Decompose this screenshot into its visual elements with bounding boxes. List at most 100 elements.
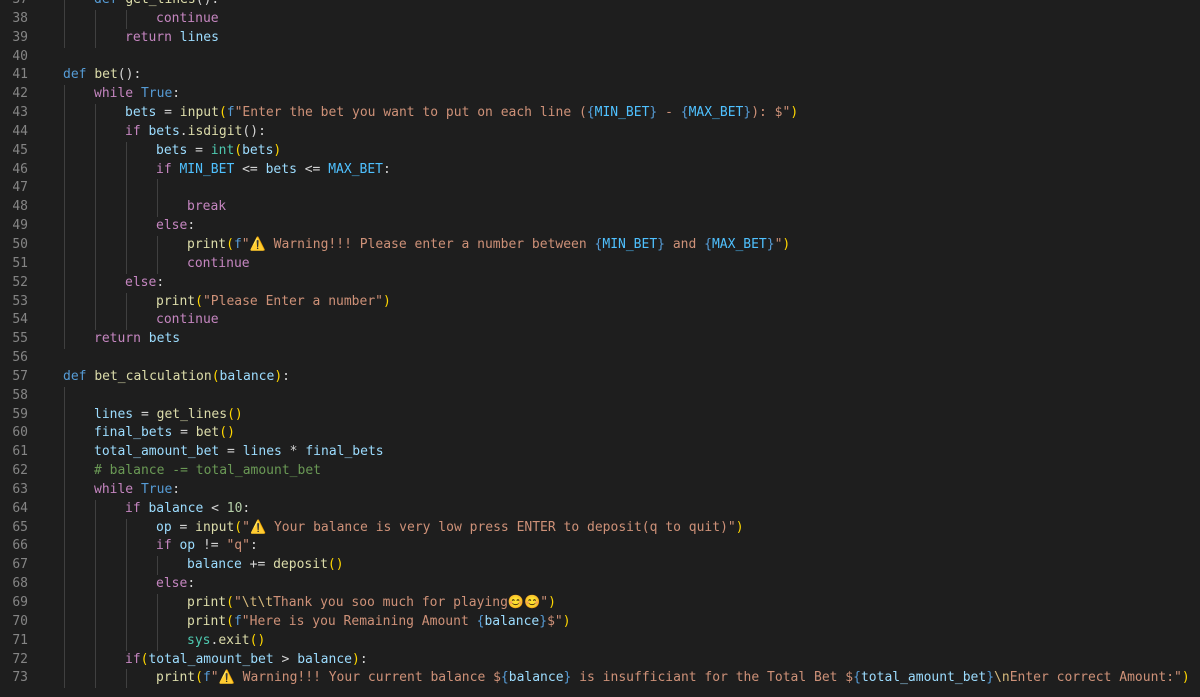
line-number: 52 bbox=[12, 274, 28, 290]
code-token: int bbox=[210, 142, 235, 158]
indent-guide bbox=[95, 518, 96, 538]
code-line[interactable]: 54 continue bbox=[0, 311, 1200, 331]
code-token: return bbox=[125, 29, 172, 45]
code-token: print bbox=[156, 293, 196, 309]
line-number: 44 bbox=[12, 123, 28, 139]
code-line[interactable]: 37 def get_lines(): bbox=[0, 0, 1200, 10]
code-line[interactable]: 60 final_bets = bet() bbox=[0, 424, 1200, 444]
code-token: final_bets bbox=[94, 425, 173, 441]
code-line[interactable]: 68 else: bbox=[0, 575, 1200, 594]
line-number: 69 bbox=[12, 595, 28, 610]
code-text: while True: bbox=[94, 481, 180, 500]
line-number: 58 bbox=[12, 387, 28, 403]
code-line[interactable]: 55 return bets bbox=[0, 330, 1200, 350]
code-token: (): bbox=[117, 67, 142, 83]
code-token: balance bbox=[297, 651, 352, 667]
code-token: () bbox=[327, 557, 344, 573]
indent-guide bbox=[95, 198, 96, 218]
indent-guide bbox=[64, 518, 65, 538]
code-token: "Enter the bet you want to put on each l… bbox=[234, 105, 587, 121]
code-token: ( bbox=[195, 670, 203, 686]
code-token: } bbox=[986, 670, 995, 686]
code-line[interactable]: 64 if balance < 10: bbox=[0, 499, 1200, 519]
code-token: (): bbox=[242, 123, 266, 139]
indent-guide bbox=[126, 9, 127, 29]
code-line[interactable]: 53 print("Please Enter a number") bbox=[0, 292, 1200, 312]
code-line[interactable]: 52 else: bbox=[0, 273, 1200, 293]
code-text: if bets.isdigit(): bbox=[125, 123, 266, 142]
indent-guide bbox=[64, 235, 65, 255]
code-line[interactable]: 47 bbox=[0, 179, 1200, 199]
code-line[interactable]: 73 print(f"⚠️ Warning!!! Your current bal… bbox=[0, 669, 1200, 689]
code-token: = bbox=[187, 142, 211, 158]
code-token: if bbox=[125, 500, 141, 516]
line-number: 53 bbox=[12, 293, 28, 309]
code-token: != bbox=[195, 538, 227, 554]
code-line[interactable]: 45 bets = int(bets) bbox=[0, 141, 1200, 161]
code-line[interactable]: 62 # balance -= total_amount_bet bbox=[0, 462, 1200, 481]
indent-guide bbox=[64, 480, 65, 500]
code-line[interactable]: 41 def bet(): bbox=[0, 66, 1200, 85]
indent-guide bbox=[157, 254, 158, 274]
code-line[interactable]: 71 sys.exit() bbox=[0, 631, 1200, 651]
code-line[interactable]: 38 continue bbox=[0, 9, 1200, 29]
code-text: bets = int(bets) bbox=[156, 142, 281, 161]
code-line[interactable]: 42 while True: bbox=[0, 85, 1200, 105]
code-token: ) bbox=[273, 142, 282, 158]
code-line[interactable]: 49 else: bbox=[0, 217, 1200, 236]
code-line[interactable]: 69 print("\t\tThank you soo much for play… bbox=[0, 594, 1200, 613]
code-line[interactable]: 56 bbox=[0, 349, 1200, 368]
code-line[interactable]: 65 op = input("⚠️ Your balance is very lo… bbox=[0, 518, 1200, 538]
code-text: while True: bbox=[94, 85, 180, 104]
code-line[interactable]: 43 bets = input(f"Enter the bet you want … bbox=[0, 104, 1200, 123]
indent-guide bbox=[95, 650, 96, 670]
code-line[interactable]: 57 def bet_calculation(balance): bbox=[0, 368, 1200, 387]
code-token: balance bbox=[187, 557, 242, 573]
code-line[interactable]: 67 balance += deposit() bbox=[0, 556, 1200, 576]
code-token: : bbox=[282, 368, 290, 384]
code-line[interactable]: 59 lines = get_lines() bbox=[0, 405, 1200, 425]
code-token: lines bbox=[179, 29, 219, 45]
code-token: bets bbox=[148, 123, 180, 139]
code-line[interactable]: 51 continue bbox=[0, 254, 1200, 274]
code-text: else: bbox=[156, 217, 195, 236]
code-token: ) bbox=[548, 595, 556, 610]
indent-guide bbox=[64, 556, 65, 576]
code-text: # balance -= total_amount_bet bbox=[94, 462, 321, 481]
code-line[interactable]: 40 bbox=[0, 48, 1200, 67]
code-text: continue bbox=[156, 10, 219, 29]
indent-guide bbox=[95, 122, 96, 142]
code-line[interactable]: 66 if op != "q": bbox=[0, 537, 1200, 557]
line-number: 54 bbox=[12, 312, 28, 328]
code-line[interactable]: 46 if MIN_BET <= bets <= MAX_BET: bbox=[0, 160, 1200, 180]
code-line[interactable]: 63 while True: bbox=[0, 480, 1200, 500]
indent-guide bbox=[95, 28, 96, 48]
line-number: 56 bbox=[12, 350, 28, 366]
code-token: ) bbox=[274, 368, 283, 384]
code-line[interactable]: 50 print(f"⚠️ Warning!!! Please enter a n… bbox=[0, 235, 1200, 255]
code-text: def get_lines(): bbox=[94, 0, 219, 10]
code-line[interactable]: 72 if(total_amount_bet > balance): bbox=[0, 650, 1200, 670]
code-line[interactable]: 61 total_amount_bet = lines * final_bets bbox=[0, 443, 1200, 463]
code-token: " bbox=[210, 670, 219, 686]
indent-guide bbox=[126, 575, 127, 594]
indent-guide bbox=[64, 669, 65, 689]
warning-emoji-icon: ⚠️ bbox=[249, 236, 266, 252]
code-token: def bbox=[63, 67, 87, 83]
code-editor[interactable]: 37def get_lines():38continue39return lin… bbox=[0, 0, 1200, 697]
line-number: 62 bbox=[12, 463, 28, 479]
indent-guide bbox=[95, 612, 96, 632]
code-line[interactable]: 39 return lines bbox=[0, 28, 1200, 48]
code-token: MIN_BET bbox=[594, 105, 650, 121]
indent-guide bbox=[126, 217, 127, 236]
code-line[interactable]: 48 break bbox=[0, 198, 1200, 218]
code-line[interactable]: 70 print(f"Here is you Remaining Amount {… bbox=[0, 612, 1200, 632]
indent-guide bbox=[126, 254, 127, 274]
code-token: : bbox=[187, 218, 196, 234]
code-line[interactable]: 44 if bets.isdigit(): bbox=[0, 122, 1200, 142]
code-lines-container: 37def get_lines():38continue39return lin… bbox=[0, 0, 1200, 689]
code-line[interactable]: 58 bbox=[0, 386, 1200, 406]
code-token: continue bbox=[156, 10, 219, 26]
code-token: "Please Enter a number" bbox=[202, 293, 383, 309]
